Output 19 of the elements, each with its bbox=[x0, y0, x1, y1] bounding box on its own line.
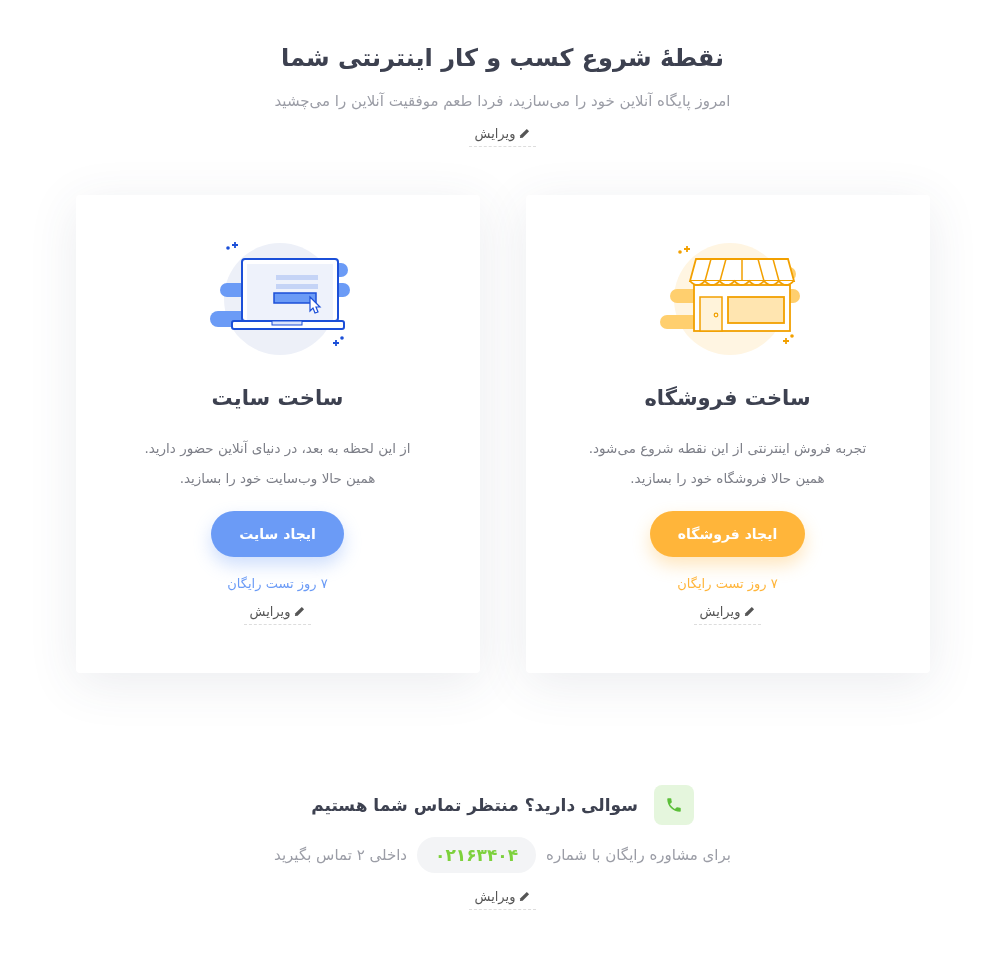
contact-text: برای مشاوره رایگان با شماره bbox=[546, 846, 731, 864]
phone-number: ۰۲۱۶۳۴۰۴ bbox=[417, 837, 537, 873]
edit-link[interactable]: ویرایش bbox=[468, 889, 537, 910]
pencil-icon bbox=[744, 606, 756, 617]
page-title: نقطهٔ شروع کسب و کار اینترنتی شما bbox=[280, 43, 725, 74]
card-description: از این لحظه به بعد، در دنیای آنلاین حضور دارید. همین حالا وب‌سایت خود را بسازید. bbox=[144, 439, 411, 489]
edit-link[interactable]: ویرایش bbox=[693, 604, 762, 625]
pencil-icon bbox=[519, 891, 531, 902]
edit-link[interactable]: ویرایش bbox=[243, 604, 312, 625]
contact-heading: سوالی دارید؟ منتظر تماس شما هستیم bbox=[311, 795, 638, 815]
contact-text: داخلی ۲ تماس بگیرید bbox=[274, 846, 408, 864]
card-description: تجربه فروش اینترنتی از این نقطه شروع می‌شود. همین حالا فروشگاه خود را بسازید. bbox=[588, 439, 867, 489]
phone-icon bbox=[653, 785, 694, 825]
card-title: ساخت فروشگاه bbox=[644, 385, 811, 412]
edit-link[interactable]: ویرایش bbox=[468, 126, 537, 147]
card-title: ساخت سایت bbox=[211, 385, 344, 412]
page-subtitle: امروز پایگاه آنلاین خود را می‌سازید، فردا طعم موفقیت آنلاین را می‌چشید bbox=[274, 91, 731, 112]
pencil-icon bbox=[519, 128, 531, 139]
pencil-icon bbox=[294, 606, 306, 617]
